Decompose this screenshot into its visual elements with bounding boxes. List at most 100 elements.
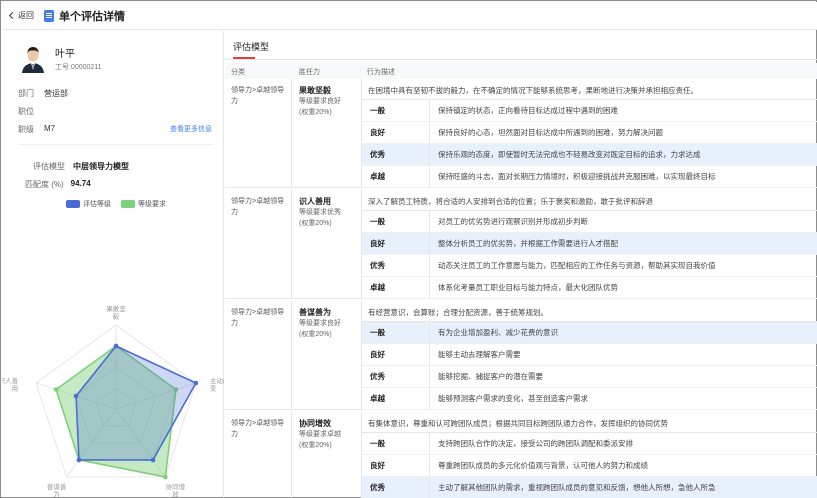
radar-axis-label: 识人善用 bbox=[2, 376, 19, 393]
tab-label: 评估模型 bbox=[233, 42, 270, 52]
level-description: 动态关注员工的工作意愿与能力，匹配相应的工作任务与资源，帮助其实现自我价值 bbox=[438, 261, 716, 270]
legend-label: 评估等级 bbox=[83, 201, 111, 208]
info-row-department: 部门 营运部 bbox=[18, 88, 68, 99]
radar-point[interactable] bbox=[163, 474, 168, 480]
legend-item[interactable]: 评估等级 bbox=[66, 199, 111, 209]
level-description: 主动了解其他团队的需求，重视跨团队成员的意见和反馈，想他人所想，急他人所急 bbox=[438, 483, 716, 492]
legend-item[interactable]: 等级要求 bbox=[121, 199, 166, 209]
radar-axis-label: 主动改变 bbox=[210, 376, 224, 393]
divider bbox=[18, 144, 214, 145]
back-button[interactable]: 返回 bbox=[8, 10, 34, 21]
level-name: 优秀 bbox=[362, 366, 430, 387]
model-panel: 评估模型 分类 胜任力 行为描述 领导力>卓越领导力 果敢坚毅等级要求良好 (权重2… bbox=[225, 31, 817, 498]
more-info-link[interactable]: 查看更多信息 bbox=[170, 124, 212, 134]
column-header-description: 行为描述 bbox=[367, 69, 395, 76]
competency-cell: 果敢坚毅 等级要求良好 (权重20%) bbox=[299, 85, 357, 118]
chart-legend: 评估等级 等级要求 bbox=[66, 199, 176, 209]
match-row: 匹配度 (%) 94.74 bbox=[25, 179, 91, 190]
radar-axis-label: 果敢坚毅 bbox=[106, 304, 126, 321]
match-value: 94.74 bbox=[70, 179, 91, 188]
competency-requirement: 等级要求优秀 bbox=[299, 209, 341, 216]
competency-cell: 识人善用等级要求优秀 (权重20%) bbox=[299, 196, 357, 229]
behavior-description: 在困境中具有坚韧不拔的毅力，在不确定的情况下能够系统思考，果断地进行决策并承担相… bbox=[361, 79, 817, 100]
category-cell: 领导力>卓越领导力 bbox=[231, 87, 285, 105]
competency-group: 领导力>卓越领导力 善谋善为 等级要求良好 (权重20%) 有经营意识，会算账；合理分配… bbox=[225, 301, 817, 410]
category-cell: 领导力>卓越领导力 bbox=[231, 309, 285, 327]
info-value: 营运部 bbox=[44, 89, 68, 98]
level-name: 卓越 bbox=[362, 277, 430, 298]
match-label: 匹配度 (%) bbox=[25, 180, 64, 189]
level-name: 良好 bbox=[362, 344, 430, 365]
level-row: 一般 对员工的优劣势进行观察识别并形成初步判断 bbox=[361, 211, 817, 233]
radar-axis-label: 善谋善为 bbox=[47, 482, 67, 498]
radar-point[interactable] bbox=[150, 457, 156, 463]
level-description: 尊重跨团队成员的多元化价值观与背景，认可他人的努力和成绩 bbox=[438, 461, 648, 470]
radar-point[interactable] bbox=[193, 380, 199, 386]
top-bar: 返回 单个评估详情 bbox=[2, 2, 817, 30]
employee-id: 工号:00000211 bbox=[55, 64, 102, 71]
competency-name: 善谋善为 bbox=[299, 308, 331, 317]
radar-point[interactable] bbox=[76, 457, 82, 463]
category-cell: 领导力>卓越领导力 bbox=[231, 198, 285, 216]
level-row: 良好 尊重跨团队成员的多元化价值观与背景，认可他人的努力和成绩 bbox=[361, 455, 817, 477]
level-name: 优秀 bbox=[362, 144, 430, 165]
column-divider bbox=[291, 301, 292, 410]
level-row: 卓越 能够预测客户需求的变化，甚至创造客户需求 bbox=[361, 388, 817, 410]
level-row: 优秀 主动了解其他团队的需求，重视跨团队成员的意见和反馈，想他人所想，急他人所急 bbox=[361, 477, 817, 498]
competency-group: 领导力>卓越领导力 果敢坚毅 等级要求良好 (权重20%) 在困境中具有坚韧不拔的毅力，… bbox=[225, 79, 817, 188]
level-description: 整体分析员工的优劣势，并根据工作需要进行人才搭配 bbox=[438, 239, 618, 248]
competency-group: 领导力>卓越领导力 协同增效 等级要求卓越 (权重20%) 有集体意识，尊重和认可跨团队… bbox=[225, 412, 817, 498]
radar-axis-label: 协同增效 bbox=[166, 482, 186, 498]
competency-name: 果敢坚毅 bbox=[299, 86, 331, 95]
column-divider bbox=[291, 190, 292, 299]
table-header: 分类 胜任力 行为描述 bbox=[225, 63, 817, 79]
level-name: 良好 bbox=[362, 455, 430, 476]
level-description: 能够挖掘、捕捉客户的潜在需要 bbox=[438, 372, 543, 381]
competency-name: 协同增效 bbox=[299, 419, 331, 428]
competency-requirement: 等级要求良好 bbox=[299, 98, 341, 105]
app-window: 返回 单个评估详情 叶平 工号:00000211 部门 营运部 职位 职级 M7… bbox=[0, 0, 817, 498]
employee-name: 叶平 bbox=[55, 49, 75, 60]
competency-weight: (权重20%) bbox=[299, 442, 332, 449]
level-name: 优秀 bbox=[362, 255, 430, 276]
level-description: 体系化考量员工职业目标与能力特点，最大化团队优势 bbox=[438, 283, 618, 292]
competency-requirement: 等级要求卓越 bbox=[299, 431, 341, 438]
column-divider bbox=[291, 412, 292, 498]
level-name: 良好 bbox=[362, 233, 430, 254]
tab-evaluation-model[interactable]: 评估模型 bbox=[233, 40, 269, 59]
level-row: 卓越 体系化考量员工职业目标与能力特点，最大化团队优势 bbox=[361, 277, 817, 299]
radar-point[interactable] bbox=[73, 393, 79, 399]
column-divider bbox=[291, 79, 292, 188]
legend-swatch bbox=[121, 200, 135, 208]
level-row: 一般 有为企业增加盈利、减少花费的意识 bbox=[361, 322, 817, 344]
level-description: 能够主动去理解客户需要 bbox=[438, 350, 521, 359]
employee-panel: 叶平 工号:00000211 部门 营运部 职位 职级 M7 查看更多信息 评估… bbox=[2, 31, 224, 498]
info-row-position: 职位 bbox=[18, 106, 44, 117]
model-label: 评估模型 bbox=[33, 162, 65, 171]
behavior-description: 深入了解员工特质，将合适的人安排到合适的位置；乐于褒奖和激励，敢于批评和辞退 bbox=[361, 190, 817, 211]
level-name: 一般 bbox=[362, 211, 430, 232]
level-row: 良好 能够主动去理解客户需要 bbox=[361, 344, 817, 366]
radar-point[interactable] bbox=[113, 343, 119, 349]
legend-swatch bbox=[66, 200, 80, 208]
info-row-rank: 职级 M7 bbox=[18, 124, 55, 135]
competency-cell: 善谋善为 等级要求良好 (权重20%) bbox=[299, 307, 357, 340]
info-key: 职位 bbox=[18, 107, 34, 116]
column-header-competency: 胜任力 bbox=[299, 69, 320, 76]
level-row: 优秀 动态关注员工的工作意愿与能力，匹配相应的工作任务与资源，帮助其实现自我价值 bbox=[361, 255, 817, 277]
back-label: 返回 bbox=[18, 11, 34, 20]
radar-point[interactable] bbox=[53, 387, 59, 392]
level-row: 优秀 能够挖掘、捕捉客户的潜在需要 bbox=[361, 366, 817, 388]
competency-name: 识人善用 bbox=[299, 197, 331, 206]
level-name: 一般 bbox=[362, 322, 430, 343]
level-description: 有为企业增加盈利、减少花费的意识 bbox=[438, 328, 558, 337]
level-row: 优秀 保持乐观的态度，即使暂时无法完成也不轻易改变对既定目标的追求，力求达成 bbox=[361, 144, 817, 166]
level-description: 保持良好的心态，坦然面对目标达成中所遇到的困难，努力解决问题 bbox=[438, 128, 663, 137]
tab-divider bbox=[225, 59, 817, 60]
level-description: 保持旺盛的斗志，面对长期压力情境时，积极迎接挑战并克服困难，以实现最终目标 bbox=[438, 172, 716, 181]
info-key: 部门 bbox=[18, 89, 34, 98]
competency-weight: (权重20%) bbox=[299, 220, 332, 227]
behavior-description: 有经营意识，会算账；合理分配资源，善于统筹规划。 bbox=[361, 301, 817, 322]
model-value: 中层领导力模型 bbox=[73, 162, 129, 171]
level-name: 一般 bbox=[362, 433, 430, 454]
